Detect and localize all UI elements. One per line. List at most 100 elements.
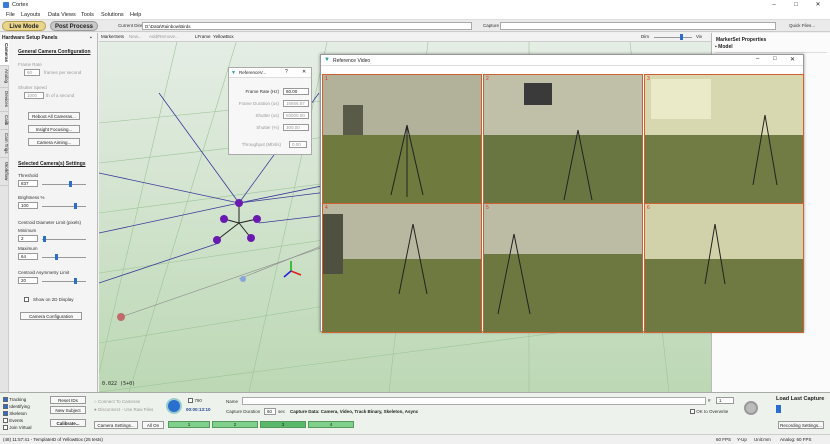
camera-settings-button[interactable]: Camera Settings... [94, 421, 138, 429]
maximum-input[interactable]: 64 [18, 253, 38, 260]
camera-view-1[interactable]: 1 [322, 74, 482, 204]
threshold-input[interactable]: 837 [18, 180, 38, 187]
brightness-slider-thumb[interactable] [74, 203, 77, 209]
threshold-slider-thumb[interactable] [69, 181, 72, 187]
threshold-slider[interactable] [42, 184, 86, 185]
events-check[interactable] [3, 418, 8, 424]
reset-ids-button[interactable]: Reset IDs [50, 396, 86, 404]
asymmetry-slider-thumb[interactable] [74, 278, 77, 284]
camera-configuration-button[interactable]: Camera Configuration [20, 312, 82, 320]
skeleton-check[interactable] [3, 411, 8, 417]
minimize-icon[interactable]: – [768, 1, 780, 9]
brightness-input[interactable]: 100 [18, 202, 38, 209]
maximize-icon[interactable]: □ [790, 1, 802, 9]
new-subject-button[interactable]: New Subject [50, 406, 86, 414]
show-2d-checkbox[interactable] [24, 297, 29, 303]
dim-viv-slider[interactable] [654, 37, 692, 38]
tracking-check[interactable] [3, 397, 8, 403]
connect-radio[interactable]: ○ Connect To Cameras [94, 399, 140, 404]
camera-group-4[interactable]: 4 [308, 421, 354, 428]
skeleton-toggle[interactable]: Skeleton [3, 410, 31, 417]
frame-rate-input[interactable]: 60 [24, 69, 40, 76]
tracking-toggle[interactable]: Tracking [3, 396, 31, 403]
join-virtual-check[interactable] [3, 425, 8, 431]
asymmetry-slider[interactable] [42, 281, 86, 282]
identifying-check[interactable] [3, 404, 8, 410]
reference-video-window[interactable]: ▼ Reference Video – □ ✕ 1 2 3 4 5 6 [320, 54, 804, 333]
ref-shutter-pct-input[interactable]: 300.00 [283, 124, 309, 131]
ok-overwrite-check[interactable] [690, 409, 695, 415]
camera-view-6[interactable]: 6 [644, 203, 804, 333]
asymmetry-input[interactable]: 20 [18, 277, 38, 284]
camera-group-2[interactable]: 2 [212, 421, 258, 428]
ref-shutter-us-input[interactable]: 50000.00 [283, 112, 309, 119]
tab-new[interactable]: New... [129, 34, 142, 39]
capture-field[interactable] [500, 22, 776, 30]
identifying-toggle[interactable]: Identifying [3, 403, 31, 410]
tab-markersets[interactable]: MarkerSets [101, 34, 124, 39]
tab-cameras[interactable]: Cameras [0, 40, 9, 66]
menu-help[interactable]: Help [130, 12, 141, 18]
pin-icon[interactable]: ▪ [90, 35, 96, 41]
ref-minimize-icon[interactable]: – [756, 56, 759, 62]
minimum-slider[interactable] [42, 239, 86, 240]
menu-data-views[interactable]: Data Views [48, 12, 76, 18]
camera-view-4[interactable]: 4 [322, 203, 482, 333]
dim-viv-slider-thumb[interactable] [680, 34, 683, 40]
record-button-icon[interactable] [744, 401, 758, 415]
camera-group-3[interactable]: 3 [260, 421, 306, 428]
ref-close-icon[interactable]: ✕ [790, 56, 795, 63]
capture-slider-thumb[interactable] [776, 405, 781, 413]
tab-add-remove[interactable]: Add/Remove... [149, 34, 179, 39]
dialog-close-icon[interactable]: ✕ [302, 69, 306, 75]
menu-tools[interactable]: Tools [81, 12, 94, 18]
tab-devices[interactable]: Devices [0, 88, 9, 112]
maximum-slider[interactable] [42, 257, 86, 258]
ref-frame-rate-input[interactable]: 60.00 [283, 88, 309, 95]
record-icon[interactable] [166, 398, 182, 414]
tab-lframe[interactable]: LFrame [195, 34, 211, 39]
camera-view-2[interactable]: 2 [483, 74, 643, 204]
load-last-capture[interactable]: Load Last Capture [776, 396, 824, 402]
events-toggle[interactable]: Events [3, 417, 31, 424]
minimum-input[interactable]: 2 [18, 235, 38, 242]
insight-focusing-button[interactable]: Insight Focusing... [28, 125, 80, 133]
shutter-speed-input[interactable]: 1000 [24, 92, 44, 99]
show-2d-check-box[interactable] [24, 297, 29, 303]
capture-count-input[interactable]: 1 [716, 397, 734, 404]
calibrate-button[interactable]: Calibrate... [50, 419, 86, 427]
close-icon[interactable]: ✕ [812, 1, 824, 9]
post-process-button[interactable]: Post Process [50, 21, 98, 31]
tab-calib[interactable]: Calib [0, 112, 9, 130]
reboot-cameras-button[interactable]: Reboot All Cameras... [28, 112, 80, 120]
ok-overwrite-toggle[interactable]: OK to Overwrite [690, 409, 728, 415]
frame-count-check[interactable] [188, 398, 193, 404]
all-on-button[interactable]: All On [142, 421, 164, 429]
camera-view-5[interactable]: 5 [483, 203, 643, 333]
ref-maximize-icon[interactable]: □ [773, 56, 777, 62]
live-mode-button[interactable]: Live Mode [2, 21, 46, 31]
tab-analog[interactable]: Analog [0, 66, 9, 88]
capture-name-field[interactable] [242, 397, 706, 405]
model-node[interactable]: ▪ Model [715, 44, 733, 50]
tab-workflow[interactable]: Workflow [0, 158, 9, 186]
minimum-slider-thumb[interactable] [43, 236, 46, 242]
disconnect-radio[interactable]: ● Disconnect - Use Raw Files [94, 407, 153, 412]
recording-settings-button[interactable]: Recording Settings... [778, 421, 824, 429]
camera-aiming-button[interactable]: Camera Aiming... [28, 138, 80, 146]
tab-cam-trigs[interactable]: Cam Trigs [0, 130, 9, 158]
menu-layouts[interactable]: Layouts [21, 12, 40, 18]
quick-files-button[interactable]: Quick Files... [789, 23, 815, 28]
camera-view-3[interactable]: 3 [644, 74, 804, 204]
ref-frame-duration-input[interactable]: 16666.67 [283, 100, 309, 107]
current-directory-field[interactable]: D:\Data\Rainbow\Birds [142, 22, 472, 30]
join-virtual-toggle[interactable]: Join Virtual [3, 424, 31, 431]
brightness-slider[interactable] [42, 206, 86, 207]
menu-solutions[interactable]: Solutions [101, 12, 124, 18]
help-icon[interactable]: ? [285, 69, 288, 75]
maximum-slider-thumb[interactable] [55, 254, 58, 260]
capture-duration-input[interactable]: 60 [264, 408, 276, 415]
menu-file[interactable]: File [6, 12, 15, 18]
reference-video-settings-dialog[interactable]: ▼ ReferenceV... ? ✕ Frame Rate (Hz) 60.0… [228, 67, 312, 155]
tab-yellowbox[interactable]: YellowBox [213, 34, 234, 39]
